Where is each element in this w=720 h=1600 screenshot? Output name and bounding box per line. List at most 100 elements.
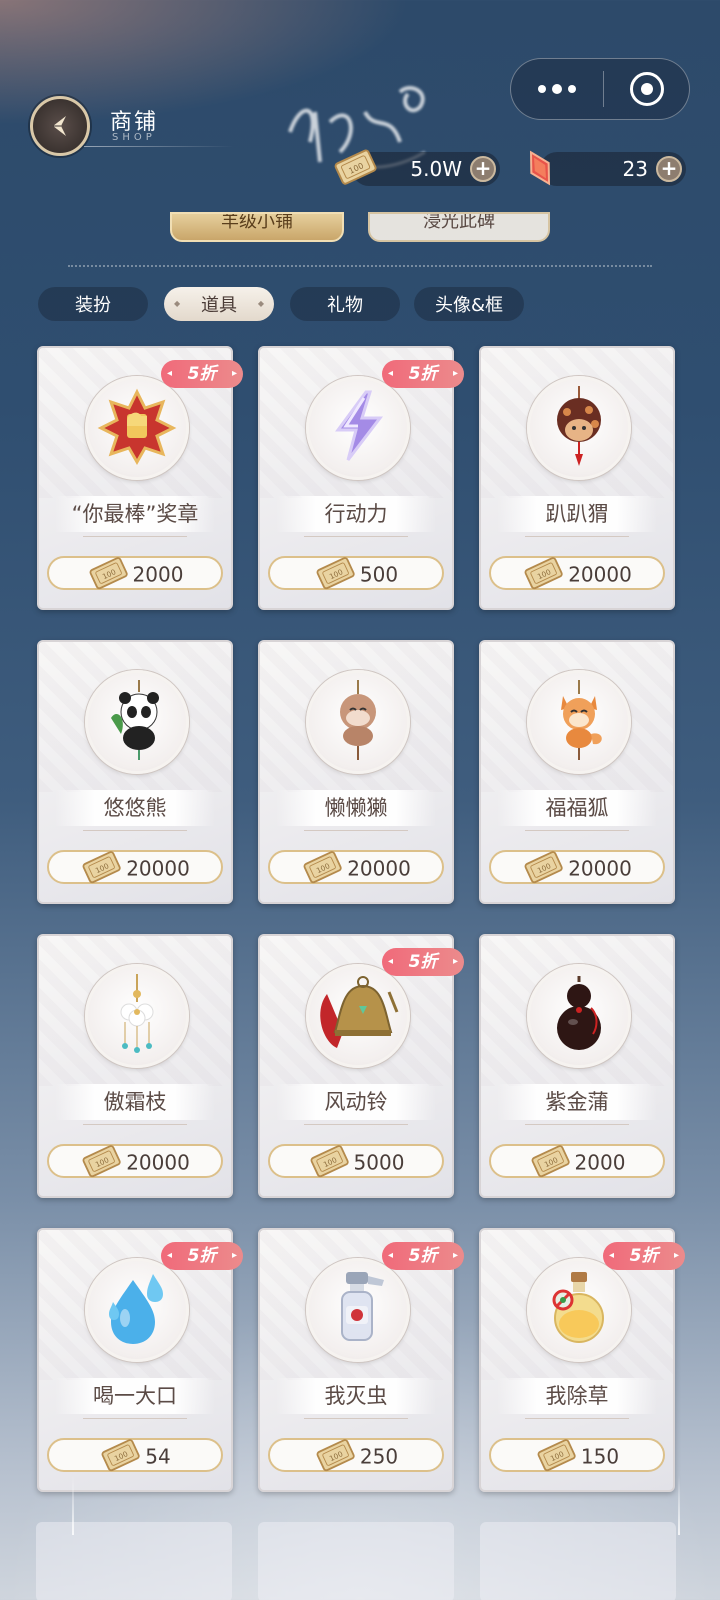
panda-charm-icon — [97, 678, 177, 766]
item-price: 150 — [580, 1444, 620, 1469]
next-row-card-peek — [258, 1522, 454, 1600]
item-price: 500 — [359, 562, 399, 587]
item-price: 20000 — [568, 562, 632, 587]
item-card[interactable]: 行动力 100500 5折 — [258, 346, 464, 610]
item-card[interactable]: 喝一大口 10054 5折 — [37, 1228, 243, 1492]
buy-price-button[interactable]: 100 20000 — [47, 850, 223, 884]
item-name: 福福狐 — [497, 790, 657, 826]
title-underline — [84, 146, 234, 147]
ticket-icon: 100 — [89, 557, 128, 590]
side-decoration — [678, 1475, 680, 1535]
item-name: 风动铃 — [276, 1084, 436, 1120]
hedgehog-charm-icon — [539, 384, 619, 472]
tab-props[interactable]: 道具 — [164, 287, 274, 321]
item-card[interactable]: 悠悠熊 100 20000 — [37, 640, 233, 904]
item-name: 悠悠熊 — [55, 790, 215, 826]
buy-price-button[interactable]: 100 2000 — [47, 556, 223, 590]
name-divider — [525, 830, 629, 831]
item-card[interactable]: 懒懒獭 100 20000 — [258, 640, 454, 904]
buy-price-button[interactable]: 100 20000 — [47, 1144, 223, 1178]
otter-charm-icon — [318, 678, 398, 766]
buy-price-button[interactable]: 100 54 — [47, 1438, 223, 1472]
add-ticket-button[interactable]: + — [470, 156, 496, 182]
discount-badge: 5折 — [382, 360, 464, 388]
flower-pendant-icon — [97, 972, 177, 1060]
buy-price-button[interactable]: 100 20000 — [489, 850, 665, 884]
item-icon-frame — [85, 964, 189, 1068]
more-dots-icon[interactable] — [511, 59, 603, 119]
item-name: 趴趴猬 — [497, 496, 657, 532]
gem-amount: 23 — [622, 157, 648, 181]
discount-badge: 5折 — [161, 1242, 243, 1270]
item-icon-frame — [527, 670, 631, 774]
item-icon-frame — [306, 670, 410, 774]
mini-program-capsule — [510, 58, 690, 120]
medal-icon — [97, 386, 177, 470]
bell-icon — [313, 972, 403, 1060]
item-card[interactable]: 趴趴猬 100 20000 — [479, 346, 675, 610]
item-name: 行动力 — [276, 496, 436, 532]
item-card[interactable]: 紫金蒲 100 2000 — [479, 934, 675, 1198]
tab-dress-up[interactable]: 装扮 — [38, 287, 148, 321]
item-icon-frame — [306, 1258, 410, 1362]
ticket-amount: 5.0W — [410, 157, 462, 181]
name-divider — [83, 1124, 187, 1125]
item-card[interactable]: 风动铃 1005000 5折 — [258, 934, 464, 1198]
ticket-icon: 100 — [82, 1145, 121, 1178]
item-card[interactable]: 我灭虫 100250 5折 — [258, 1228, 464, 1492]
ticket-icon: 100 — [310, 1145, 349, 1178]
name-divider — [525, 1124, 629, 1125]
item-icon-frame — [527, 376, 631, 480]
target-close-icon[interactable] — [604, 72, 689, 106]
tab-avatar-frame[interactable]: 头像&框 — [414, 287, 524, 321]
item-card[interactable]: 福福狐 100 20000 — [479, 640, 675, 904]
next-row-card-peek — [480, 1522, 676, 1600]
item-price: 2000 — [574, 1150, 626, 1175]
water-drop-icon — [95, 1266, 179, 1354]
potion-bottle-icon — [539, 1266, 619, 1354]
buy-price-button[interactable]: 100 2000 — [489, 1144, 665, 1178]
discount-badge: 5折 — [382, 1242, 464, 1270]
back-button[interactable] — [30, 96, 90, 156]
back-arrow-icon — [53, 116, 66, 136]
discount-badge: 5折 — [603, 1242, 685, 1270]
red-gem-icon — [529, 150, 551, 186]
spray-bottle-icon — [318, 1266, 398, 1354]
name-divider — [304, 1124, 408, 1125]
discount-badge: 5折 — [161, 360, 243, 388]
item-icon-frame — [306, 964, 410, 1068]
item-price: 20000 — [126, 856, 190, 881]
item-icon-frame — [85, 1258, 189, 1362]
ticket-icon: 100 — [101, 1439, 140, 1472]
item-name: 傲霜枝 — [55, 1084, 215, 1120]
ticket-icon: 100 — [334, 149, 377, 185]
name-divider — [83, 536, 187, 537]
buy-price-button[interactable]: 100 20000 — [489, 556, 665, 590]
side-decoration — [72, 1475, 74, 1535]
dotted-divider — [68, 265, 652, 267]
item-card[interactable]: 我除草 100150 5折 — [479, 1228, 685, 1492]
name-divider — [525, 536, 629, 537]
lightning-icon — [318, 386, 398, 470]
name-divider — [304, 1418, 408, 1419]
item-name: 我灭虫 — [276, 1378, 436, 1414]
next-row-card-peek — [36, 1522, 232, 1600]
buy-price-button[interactable]: 100 250 — [268, 1438, 444, 1472]
item-icon-frame — [527, 964, 631, 1068]
tab-shop-secondary[interactable]: 浸光此碑 — [368, 212, 550, 242]
item-card[interactable]: “你最棒”奖章 1002000 5折 — [37, 346, 243, 610]
name-divider — [83, 830, 187, 831]
buy-price-button[interactable]: 100 500 — [268, 556, 444, 590]
item-name: 紫金蒲 — [497, 1084, 657, 1120]
item-price: 5000 — [353, 1150, 405, 1175]
buy-price-button[interactable]: 100 5000 — [268, 1144, 444, 1178]
item-name: 我除草 — [497, 1378, 657, 1414]
item-icon-frame — [85, 670, 189, 774]
tab-gifts[interactable]: 礼物 — [290, 287, 400, 321]
buy-price-button[interactable]: 100 150 — [489, 1438, 665, 1472]
buy-price-button[interactable]: 100 20000 — [268, 850, 444, 884]
item-card[interactable]: 傲霜枝 100 20000 — [37, 934, 233, 1198]
tab-shop-primary[interactable]: 羊级小铺 — [170, 212, 344, 242]
ticket-icon: 100 — [531, 1145, 570, 1178]
add-gem-button[interactable]: + — [656, 156, 682, 182]
